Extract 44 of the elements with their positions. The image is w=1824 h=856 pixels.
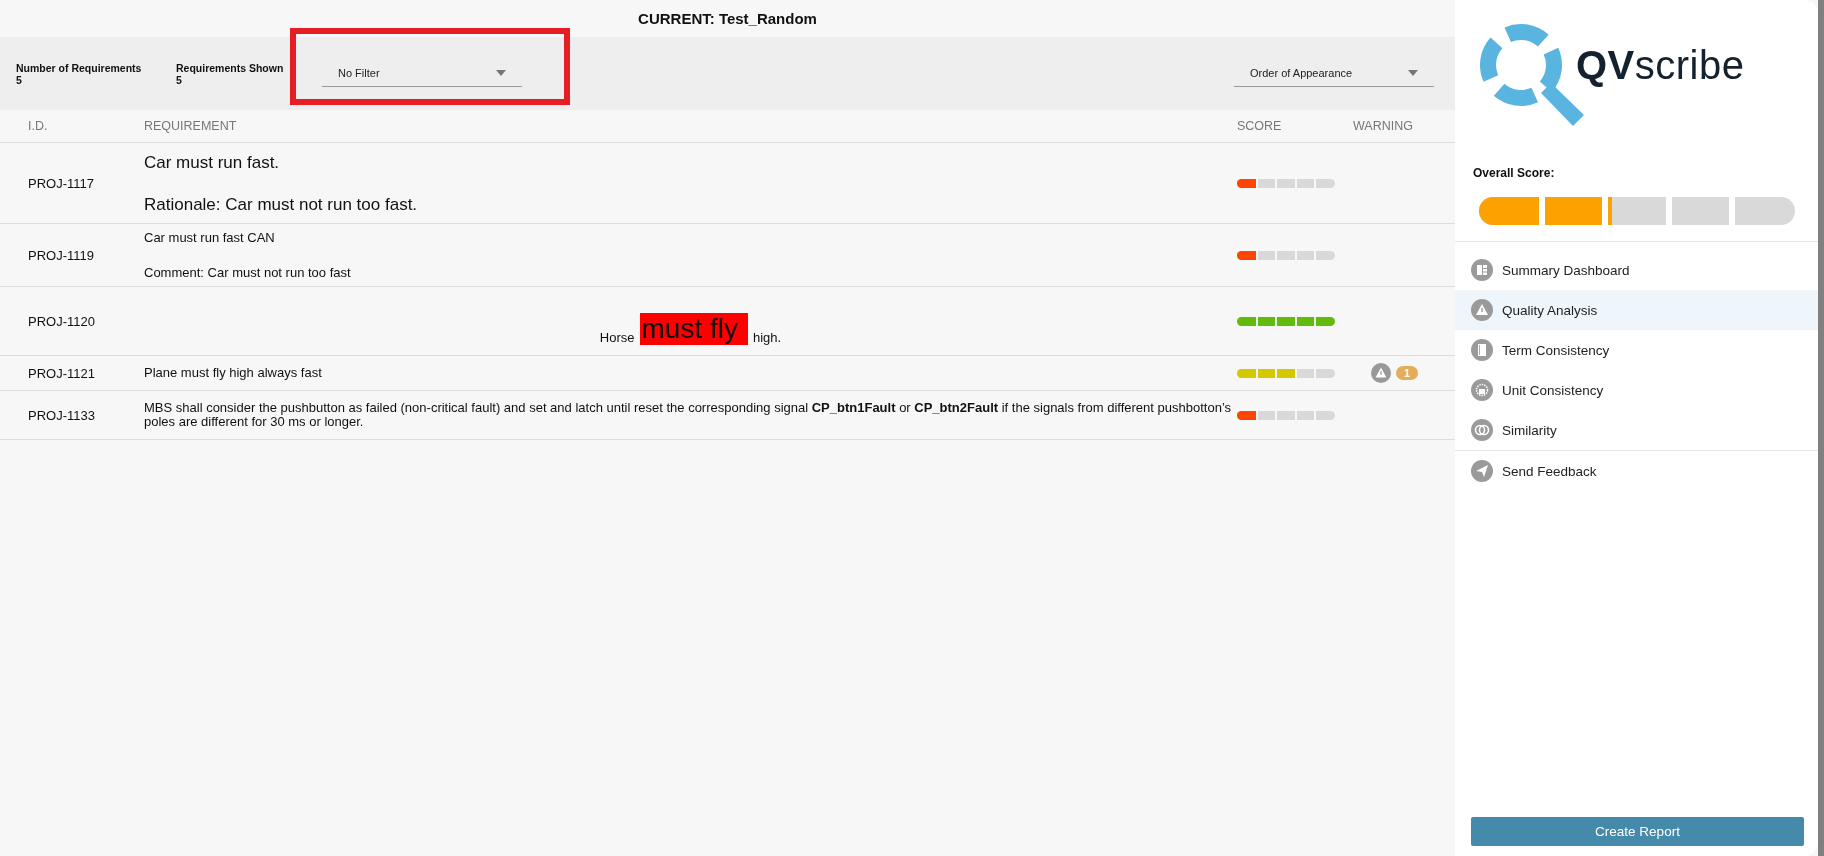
overall-score-label: Overall Score:: [1473, 166, 1556, 180]
requirement-id: PROJ-1119: [28, 247, 95, 263]
requirement-text: Car must run fast.: [144, 153, 281, 173]
column-header: I.D.: [28, 119, 49, 133]
stat-value: 5: [16, 73, 23, 86]
requirement-text: Plane must fly high always fast: [144, 366, 323, 380]
send-icon: [1471, 460, 1493, 482]
nav-item[interactable]: Similarity: [1455, 410, 1818, 450]
highlighted-text: must fly: [639, 313, 748, 345]
document-title: CURRENT: Test_Random: [637, 9, 818, 29]
dashboard-icon: [1471, 259, 1493, 281]
caret-icon: [1408, 70, 1418, 76]
warning-icon[interactable]: [1371, 363, 1391, 383]
nav-item[interactable]: Unit Consistency: [1455, 370, 1818, 410]
filter-dropdown[interactable]: No Filter: [322, 60, 522, 87]
requirement-id: PROJ-1120: [28, 313, 96, 329]
stat-label: Number of Requirements: [16, 61, 143, 74]
warning-icon: [1471, 299, 1493, 321]
stat-label: Requirements Shown: [176, 61, 285, 74]
column-header: WARNING: [1353, 119, 1414, 133]
units-icon: [1471, 379, 1493, 401]
requirement-text: Horse: [599, 330, 635, 345]
nav-item[interactable]: Term Consistency: [1455, 330, 1818, 370]
warning-count: 1: [1396, 366, 1419, 380]
sort-dropdown[interactable]: Order of Appearance: [1234, 60, 1434, 87]
requirement-id: PROJ-1133: [28, 407, 96, 423]
stat-value: 5: [176, 73, 182, 86]
create-report-button[interactable]: Create Report: [1471, 817, 1804, 846]
caret-icon: [496, 70, 506, 76]
requirement-text: Rationale: Car must not run too fast.: [144, 195, 419, 215]
column-header: SCORE: [1237, 119, 1283, 133]
feedback-link[interactable]: Send Feedback: [1455, 451, 1818, 491]
requirement-text: high.: [752, 330, 782, 345]
requirement-id: PROJ-1121: [28, 365, 96, 381]
column-header: REQUIREMENT: [144, 119, 238, 133]
logo-text: QVscribe: [1576, 42, 1745, 88]
requirement-text: MBS shall consider the pushbutton as failed (non-critical fault) and set and latch until reset the corresponding signal CP_btn1Fault or CP_btn2Fault if the signals from different pushbotton’s poles are different for 30 ms or longer.: [144, 401, 1233, 429]
similarity-icon: [1471, 419, 1493, 441]
requirement-id: PROJ-1117: [28, 175, 95, 191]
nav-item[interactable]: Summary Dashboard: [1455, 250, 1818, 290]
requirement-text: Comment: Car must not run too fast: [144, 265, 352, 280]
nav-item[interactable]: Quality Analysis: [1455, 290, 1818, 330]
book-icon: [1471, 339, 1493, 361]
requirement-text: Car must run fast CAN: [144, 230, 276, 245]
